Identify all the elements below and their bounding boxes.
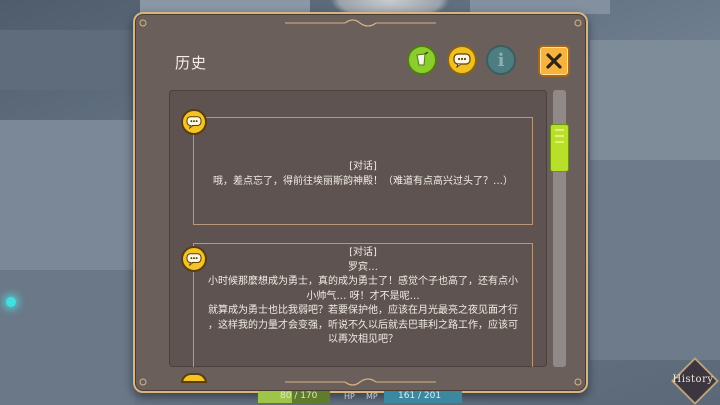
mp-bar: 161 / 201 xyxy=(384,391,462,403)
chat-bubble-icon xyxy=(453,53,471,68)
entry-tag: [对话] xyxy=(349,247,377,258)
history-button[interactable]: History xyxy=(668,354,720,405)
info-icon: i xyxy=(497,49,505,71)
panel-title: 历史 xyxy=(175,54,208,72)
chat-bubble-icon xyxy=(186,116,202,129)
entry-voice-button[interactable] xyxy=(181,109,207,135)
chat-bubble-icon xyxy=(186,253,202,266)
close-button[interactable] xyxy=(538,45,570,77)
close-icon xyxy=(546,53,562,69)
teal-light-marker xyxy=(6,297,16,307)
voice-replay-button[interactable] xyxy=(407,45,437,75)
entry-text: 就算成为勇士也比我弱吧？若要保护他，应该在月光最亮之夜见面才行 xyxy=(208,305,518,316)
history-button-label: History xyxy=(672,373,714,385)
entry-speaker: 罗宾… xyxy=(348,261,378,273)
entry-text: 小时候那麼想成为勇士，真的成为勇士了！感觉个子也高了，还有点小 xyxy=(208,276,518,287)
entry-tag: [对话] xyxy=(349,161,377,172)
entry-text: 以再次相见吧？ xyxy=(328,334,398,345)
chat-log-button[interactable] xyxy=(447,45,477,75)
hp-label: HP xyxy=(344,392,355,401)
entry-text: 小帅气… 呀！才不是呢… xyxy=(306,290,420,302)
mp-label: MP xyxy=(366,392,378,401)
entry-voice-button[interactable] xyxy=(181,246,207,272)
entry-voice-button[interactable] xyxy=(181,373,207,383)
hp-value: 80 / 170 xyxy=(280,391,318,401)
entry-text: ，这样我的力量才会变强，听说不久以后就去巴菲利之路工作，应该可 xyxy=(208,319,518,331)
voice-replay-icon xyxy=(416,52,429,66)
scrollbar-thumb[interactable] xyxy=(550,124,569,172)
status-hud: 80 / 170 HP MP 161 / 201 xyxy=(258,391,462,405)
entry-text: 哦，差点忘了，得前往埃丽斯韵神殿！（难道有点高兴过头了？…） xyxy=(213,175,513,187)
history-entry: [对话] 罗宾… 小时候那麼想成为勇士，真的成为勇士了！感觉个子也高了，还有点小… xyxy=(193,243,533,367)
history-entry: [对话] 哦，差点忘了，得前往埃丽斯韵神殿！（难道有点高兴过头了？…） xyxy=(193,117,533,225)
history-panel: 历史 i [对话] 哦，差点忘了，得前往埃丽斯韵神殿！（难道有点高兴过头了？…）… xyxy=(133,12,588,393)
hp-bar: 80 / 170 xyxy=(258,391,330,403)
top-ornament xyxy=(139,19,582,27)
info-button[interactable]: i xyxy=(486,45,516,75)
mp-value: 161 / 201 xyxy=(398,391,442,401)
history-list[interactable]: [对话] 哦，差点忘了，得前往埃丽斯韵神殿！（难道有点高兴过头了？…） [对话]… xyxy=(169,90,547,367)
